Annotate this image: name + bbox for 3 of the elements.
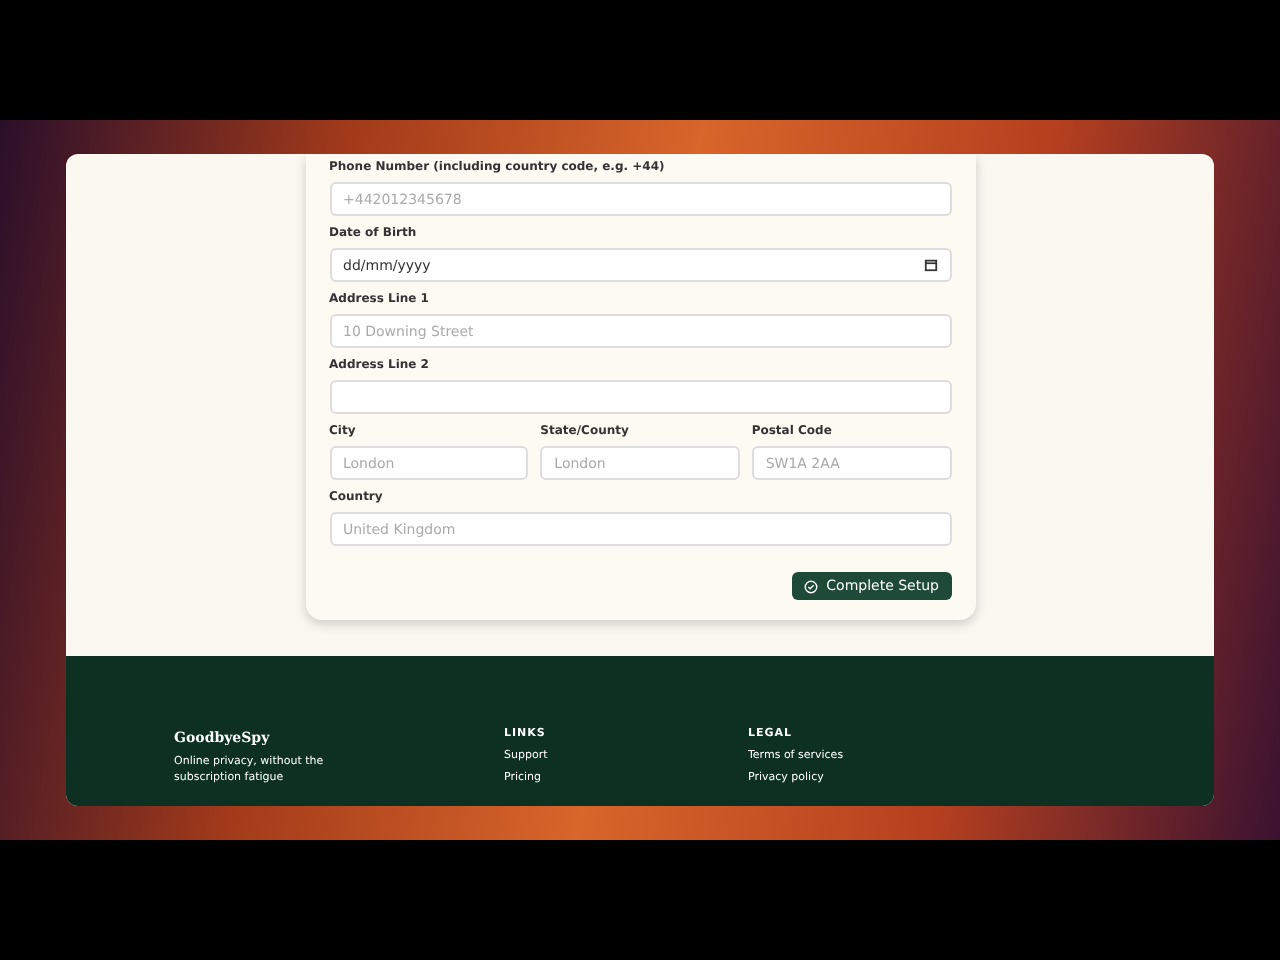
input-field[interactable] [329,380,951,414]
check-circle-icon [804,579,819,593]
calendar-icon [923,258,937,272]
